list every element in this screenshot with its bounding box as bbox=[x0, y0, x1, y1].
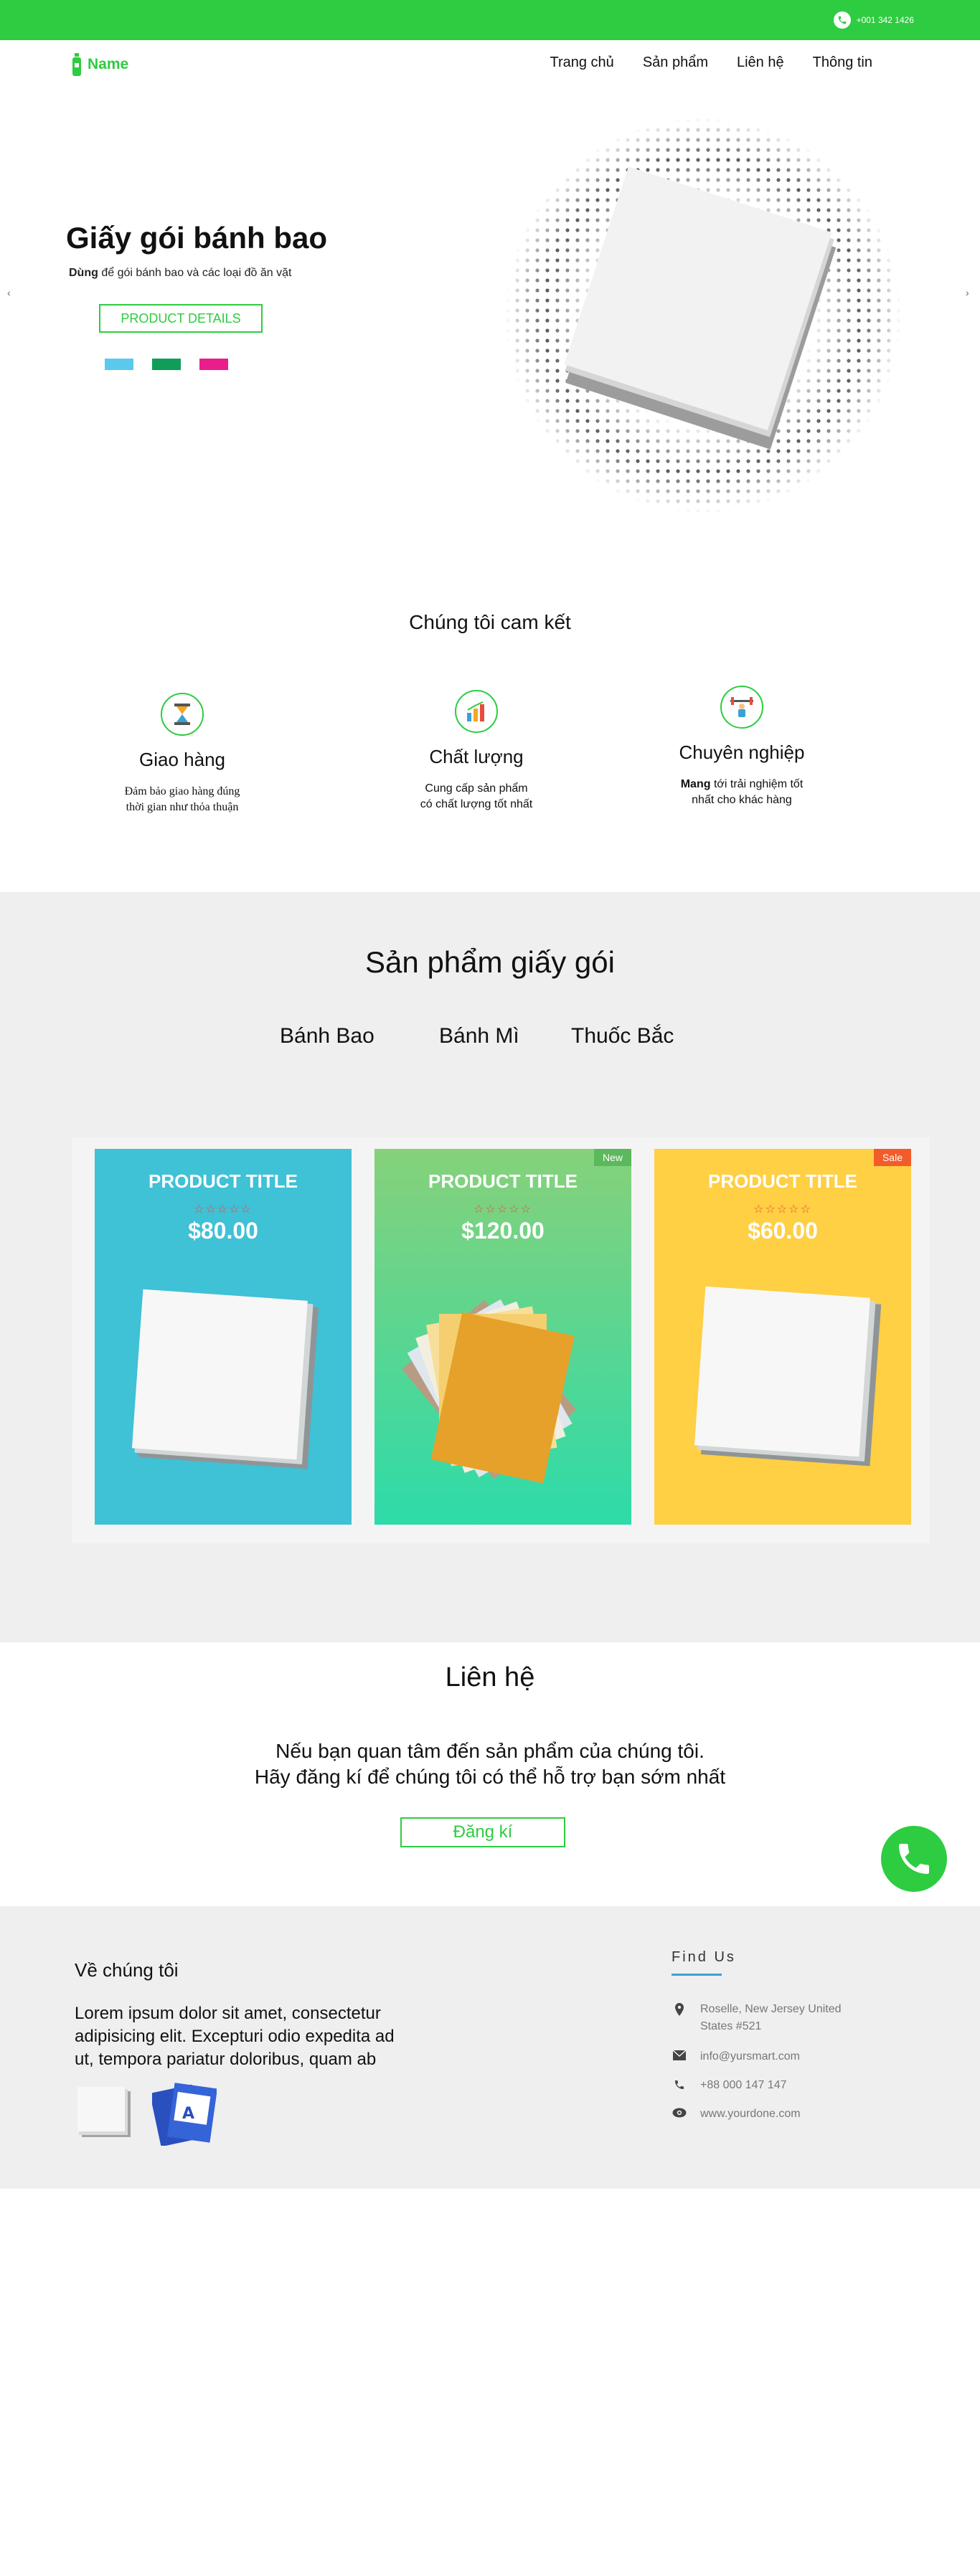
hero-prev-arrow[interactable]: ‹ bbox=[7, 287, 11, 298]
product-price: $120.00 bbox=[461, 1218, 545, 1244]
email-text: info@yursmart.com bbox=[700, 2050, 800, 2063]
rating-stars: ☆☆☆☆☆ bbox=[753, 1203, 812, 1216]
commit-title: Chúng tôi cam kết bbox=[409, 611, 571, 633]
phone-text: +88 000 147 147 bbox=[700, 2079, 787, 2091]
logo[interactable]: Name bbox=[72, 53, 128, 76]
call-button[interactable] bbox=[881, 1826, 947, 1892]
product-title: PRODUCT TITLE bbox=[149, 1170, 298, 1192]
hero-subtitle-bold: Dùng bbox=[69, 267, 98, 279]
hourglass-icon bbox=[161, 693, 204, 736]
category-thuoc-bac[interactable]: Thuốc Bắc bbox=[571, 1024, 674, 1048]
main-nav: Trang chủ Sản phẩm Liên hệ Thông tin bbox=[550, 55, 873, 71]
feature-desc-bold: Mang bbox=[680, 778, 711, 790]
product-image bbox=[694, 1286, 882, 1467]
product-details-button[interactable]: PRODUCT DETAILS bbox=[99, 304, 263, 333]
eye-icon bbox=[672, 2106, 687, 2123]
website-text: www.yourdone.com bbox=[700, 2108, 801, 2120]
product-card[interactable]: Sale PRODUCT TITLE ☆☆☆☆☆ $60.00 bbox=[654, 1149, 911, 1525]
contact-line-1: Nếu bạn quan tâm đến sản phẩm của chúng … bbox=[275, 1740, 705, 1762]
about-text: Lorem ipsum dolor sit amet, consectetur … bbox=[75, 2004, 395, 2069]
feature-desc: Mang tới trải nghiệm tốt nhất cho khác h… bbox=[649, 777, 835, 808]
hero-next-arrow[interactable]: › bbox=[966, 287, 969, 298]
rating-stars: ☆☆☆☆☆ bbox=[473, 1203, 532, 1216]
new-badge: New bbox=[593, 1149, 631, 1166]
svg-text:A: A bbox=[182, 2105, 194, 2123]
address-text: Roselle, New Jersey United States #521 bbox=[700, 2003, 842, 2032]
hero-title: Giấy gói bánh bao bbox=[66, 221, 328, 255]
category-banh-bao[interactable]: Bánh Bao bbox=[280, 1024, 374, 1048]
color-swatch-green[interactable] bbox=[152, 359, 181, 370]
product-image bbox=[131, 1289, 319, 1469]
contact-line-2: Hãy đăng kí để chúng tôi có thể hỗ trợ b… bbox=[254, 1766, 726, 1788]
nav-products[interactable]: Sản phẩm bbox=[643, 55, 708, 71]
feature-professional: Chuyên nghiệp Mang tới trải nghiệm tốt n… bbox=[649, 686, 835, 808]
location-pin-icon bbox=[672, 2001, 687, 2035]
about-title: Về chúng tôi bbox=[75, 1959, 179, 1981]
topbar-phone-number: +001 342 1426 bbox=[856, 15, 914, 25]
feature-title: Chuyên nghiệp bbox=[679, 742, 805, 763]
product-card[interactable]: PRODUCT TITLE ☆☆☆☆☆ $80.00 bbox=[95, 1149, 352, 1525]
logo-text: Name bbox=[88, 56, 129, 72]
product-card[interactable]: New PRODUCT TITLE ☆☆☆☆☆ $120.00 bbox=[374, 1149, 631, 1525]
nav-info[interactable]: Thông tin bbox=[813, 55, 872, 71]
top-bar: +001 342 1426 bbox=[0, 0, 980, 40]
product-title: PRODUCT TITLE bbox=[708, 1170, 857, 1192]
contact-title: Liên hệ bbox=[445, 1662, 535, 1692]
feature-quality: Chất lượng Cung cấp sản phẩm có chất lượ… bbox=[383, 690, 570, 813]
bottle-icon bbox=[72, 53, 81, 76]
footer-product-thumb-2: A bbox=[152, 2083, 217, 2146]
category-banh-mi[interactable]: Bánh Mì bbox=[439, 1024, 519, 1048]
phone-icon bbox=[833, 11, 851, 29]
hero-product-image bbox=[505, 118, 901, 513]
footer-address: Roselle, New Jersey United States #521 bbox=[672, 2001, 858, 2035]
color-swatch-blue[interactable] bbox=[105, 359, 133, 370]
phone-icon bbox=[899, 1844, 929, 1874]
register-button[interactable]: Đăng kí bbox=[400, 1817, 565, 1847]
topbar-phone[interactable]: +001 342 1426 bbox=[833, 11, 914, 29]
product-title: PRODUCT TITLE bbox=[428, 1170, 578, 1192]
chart-icon bbox=[455, 690, 498, 733]
hero-subtitle: Dùng để gói bánh bao và các loại đồ ăn v… bbox=[69, 267, 291, 280]
footer-email[interactable]: info@yursmart.com bbox=[672, 2048, 800, 2065]
phone-icon bbox=[672, 2077, 687, 2094]
mail-icon bbox=[672, 2048, 687, 2065]
hero-subtitle-rest: để gói bánh bao và các loại đồ ăn vặt bbox=[98, 267, 292, 279]
product-price: $80.00 bbox=[188, 1218, 258, 1244]
feature-title: Chất lượng bbox=[429, 746, 524, 767]
footer-website[interactable]: www.yourdone.com bbox=[672, 2106, 801, 2123]
product-price: $60.00 bbox=[748, 1218, 818, 1244]
nav-contact[interactable]: Liên hệ bbox=[737, 55, 784, 71]
weightlifter-icon bbox=[720, 686, 763, 729]
feature-delivery: Giao hàng Đảm bảo giao hàng đúng thời gi… bbox=[89, 693, 275, 815]
rating-stars: ☆☆☆☆☆ bbox=[194, 1203, 253, 1216]
find-us-title: Find Us bbox=[672, 1949, 736, 1965]
footer-phone[interactable]: +88 000 147 147 bbox=[672, 2077, 787, 2094]
color-swatch-pink[interactable] bbox=[199, 359, 228, 370]
feature-desc: Cung cấp sản phẩm có chất lượng tốt nhất bbox=[420, 782, 533, 810]
find-us-underline bbox=[672, 1974, 722, 1976]
products-title: Sản phẩm giấy gói bbox=[365, 945, 615, 979]
sale-badge: Sale bbox=[873, 1149, 911, 1166]
feature-desc: Đảm bảo giao hàng đúng thời gian như thỏ… bbox=[124, 785, 240, 813]
nav-home[interactable]: Trang chủ bbox=[550, 55, 614, 71]
feature-title: Giao hàng bbox=[139, 749, 225, 770]
product-image bbox=[402, 1299, 577, 1484]
footer-product-thumb-1 bbox=[77, 2087, 131, 2137]
